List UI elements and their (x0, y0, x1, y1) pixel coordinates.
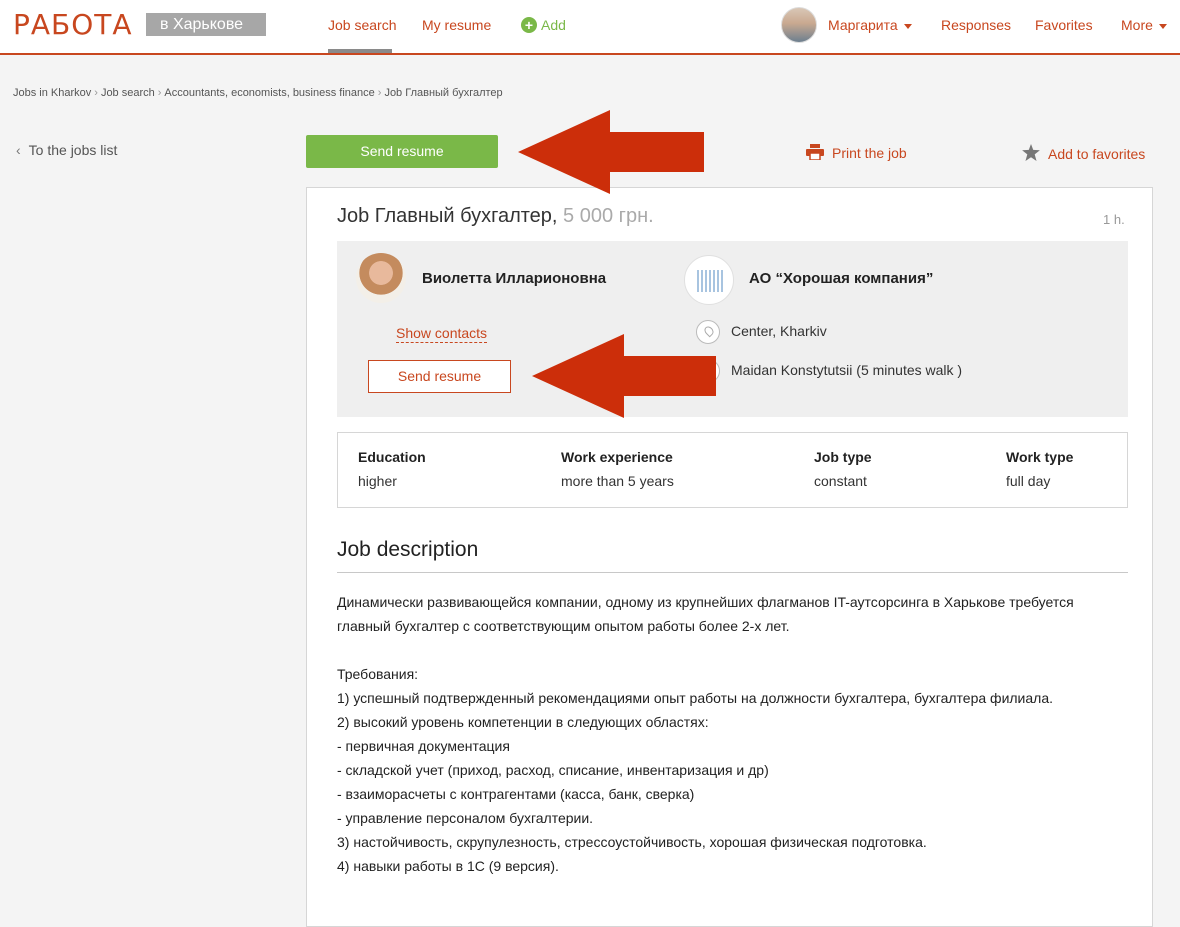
back-link-label: To the jobs list (28, 142, 118, 158)
city-badge[interactable]: в Харькове (146, 13, 266, 36)
education-value: higher (358, 473, 397, 489)
active-tab-indicator (328, 49, 392, 53)
job-salary: 5 000 грн. (563, 205, 654, 227)
nav-add[interactable]: Add (541, 17, 566, 33)
work-type-label: Work type (1006, 449, 1074, 465)
annotation-arrow-bottom (532, 334, 716, 418)
nav-favorites[interactable]: Favorites (1035, 17, 1093, 33)
work-experience-value: more than 5 years (561, 473, 674, 489)
education-label: Education (358, 449, 426, 465)
print-job-link[interactable]: Print the job (806, 144, 907, 161)
nav-job-search[interactable]: Job search (328, 17, 396, 33)
caret-down-icon (903, 23, 912, 29)
caret-down-icon (1158, 23, 1167, 29)
print-job-label: Print the job (832, 145, 907, 161)
contact-name: Виолетта Илларионовна (422, 270, 607, 287)
company-name[interactable]: АО “Хорошая компания” (749, 270, 933, 287)
printer-icon (806, 144, 824, 161)
show-contacts-link[interactable]: Show contacts (396, 325, 488, 343)
star-icon (1022, 144, 1040, 161)
nav-more[interactable]: More (1121, 17, 1167, 33)
chevron-left-icon: ‹ (16, 142, 21, 158)
metro-station: Maidan Konstytutsii (5 minutes walk ) (731, 362, 963, 378)
top-header: РАБОТА в Харькове Job search My resume +… (0, 0, 1180, 55)
breadcrumb-item[interactable]: Job search (101, 87, 155, 99)
send-resume-secondary-button[interactable]: Send resume (368, 360, 511, 393)
work-experience-label: Work experience (561, 449, 673, 465)
annotation-arrow-top (518, 110, 704, 194)
work-type-value: full day (1006, 473, 1051, 489)
chevron-right-icon: › (94, 87, 98, 99)
plus-icon[interactable]: + (521, 17, 537, 33)
description-body: Динамически развивающейся компании, одно… (337, 594, 1074, 874)
back-to-jobs-link[interactable]: ‹ To the jobs list (16, 142, 117, 158)
user-menu[interactable]: Маргарита (828, 17, 912, 33)
job-type-value: constant (814, 473, 867, 489)
job-title-text: Job Главный бухгалтер, (337, 205, 558, 227)
job-title: Job Главный бухгалтер, 5 000 грн. (337, 205, 654, 228)
nav-my-resume[interactable]: My resume (422, 17, 491, 33)
contact-avatar (356, 253, 406, 303)
description-heading: Job description (337, 538, 479, 561)
job-details-box (337, 432, 1128, 508)
job-location: Center, Kharkiv (731, 323, 827, 339)
breadcrumb: Jobs in Kharkov › Job search › Accountants, … (13, 87, 503, 99)
breadcrumb-current: Job Главный бухгалтер (384, 87, 503, 99)
site-logo[interactable]: РАБОТА (13, 8, 133, 41)
chevron-right-icon: › (157, 87, 162, 99)
chevron-right-icon: › (377, 87, 382, 99)
send-resume-button[interactable]: Send resume (306, 135, 498, 168)
breadcrumb-item[interactable]: Jobs in Kharkov (13, 87, 91, 99)
job-type-label: Job type (814, 449, 872, 465)
posted-time: 1 h. (1103, 212, 1125, 227)
nav-responses[interactable]: Responses (941, 17, 1011, 33)
breadcrumb-item[interactable]: Accountants, economists, business financ… (164, 87, 374, 99)
add-to-favorites-link[interactable]: Add to favorites (1022, 144, 1145, 162)
divider (337, 572, 1128, 573)
add-to-favorites-label: Add to favorites (1048, 146, 1146, 162)
user-name: Маргарита (828, 17, 898, 33)
user-avatar[interactable] (781, 7, 817, 43)
more-label: More (1121, 17, 1153, 33)
company-logo[interactable] (684, 255, 734, 305)
